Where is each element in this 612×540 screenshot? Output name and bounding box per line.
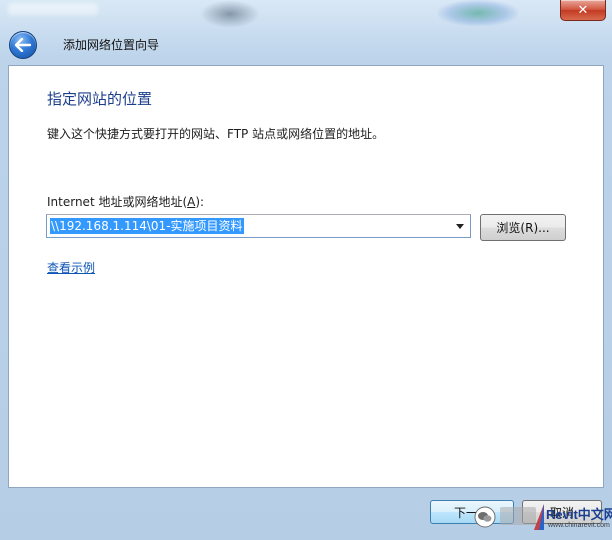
close-icon: ✕ bbox=[577, 2, 589, 18]
window-frame: ✕ 添加网络位置向导 指定网站的位置 键入这个快捷方式要打开的网站、FTP 站点… bbox=[0, 0, 612, 540]
watermark: Revit中文网 www.chinarevit.com bbox=[470, 500, 612, 540]
page-title: 指定网站的位置 bbox=[47, 90, 153, 108]
browse-button[interactable]: 浏览(R)... bbox=[480, 214, 566, 241]
blurred-background-icon bbox=[200, 0, 260, 28]
close-button[interactable]: ✕ bbox=[560, 0, 606, 21]
watermark-url: www.chinarevit.com bbox=[548, 522, 610, 529]
dropdown-button[interactable] bbox=[452, 217, 468, 235]
back-arrow-icon bbox=[15, 38, 31, 52]
wizard-title: 添加网络位置向导 bbox=[63, 38, 160, 52]
chevron-down-icon bbox=[456, 223, 464, 229]
watermark-brand: Revit中文网 bbox=[546, 507, 612, 522]
watermark-account-bar bbox=[500, 507, 536, 525]
instruction-text: 键入这个快捷方式要打开的网站、FTP 站点或网络位置的地址。 bbox=[47, 127, 385, 141]
address-label: Internet 地址或网络地址(A): bbox=[47, 193, 204, 210]
blurred-background-icon bbox=[438, 0, 518, 26]
wechat-icon bbox=[474, 506, 496, 528]
back-button[interactable] bbox=[9, 31, 37, 59]
view-example-link[interactable]: 查看示例 bbox=[47, 259, 95, 276]
revit-logo-icon bbox=[534, 504, 544, 530]
blurred-background-title bbox=[8, 3, 98, 15]
address-label-prefix: Internet 地址或网络地址( bbox=[47, 195, 188, 209]
address-label-suffix: ): bbox=[195, 195, 205, 209]
wizard-page: 指定网站的位置 键入这个快捷方式要打开的网站、FTP 站点或网络位置的地址。 I… bbox=[8, 65, 604, 488]
address-input-value[interactable]: \\192.168.1.114\01-实施项目资料 bbox=[50, 218, 244, 234]
address-combobox[interactable]: \\192.168.1.114\01-实施项目资料 bbox=[46, 214, 471, 238]
